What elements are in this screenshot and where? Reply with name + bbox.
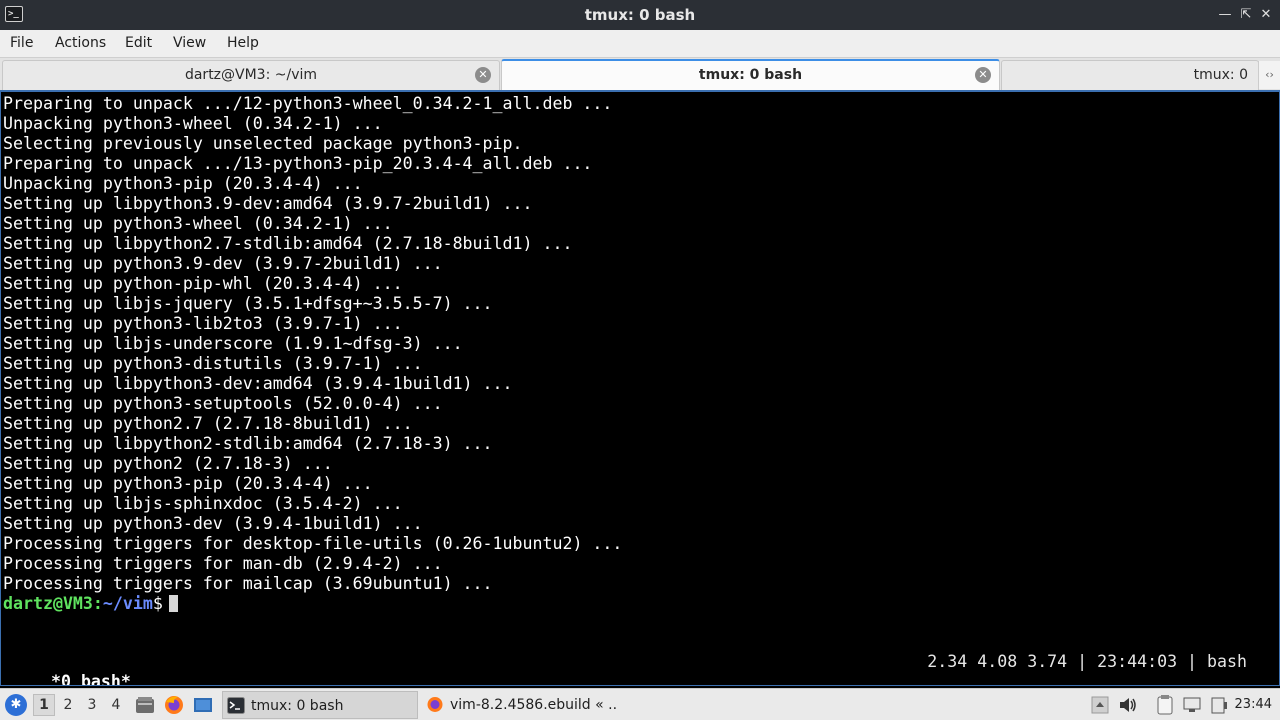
terminal-pane[interactable]: Preparing to unpack .../12-python3-wheel… <box>0 90 1280 686</box>
terminal-line: Processing triggers for desktop-file-uti… <box>3 534 623 553</box>
taskbar-clock[interactable]: 23:44 <box>1235 689 1272 720</box>
tmux-status-right: 2.34 4.08 3.74 | 23:44:03 | bash <box>927 652 1247 671</box>
menu-actions[interactable]: Actions <box>55 30 106 57</box>
tab-label: tmux: 0 <box>1193 67 1248 83</box>
terminal-line: Setting up python2 (2.7.18-3) ... <box>3 454 333 473</box>
menu-file[interactable]: File <box>10 30 33 57</box>
start-menu-icon[interactable]: ✱ <box>5 694 27 716</box>
firefox-icon <box>427 697 443 712</box>
terminal-line: Unpacking python3-pip (20.3.4-4) ... <box>3 174 363 193</box>
terminal-line: Setting up libjs-underscore (1.9.1~dfsg-… <box>3 334 463 353</box>
terminal-line: Setting up python3-dev (3.9.4-1build1) .… <box>3 514 423 533</box>
workspace-2[interactable]: 2 <box>57 694 79 716</box>
close-tab-icon[interactable]: ✕ <box>975 67 991 83</box>
tmux-status-bar: *0 bash* 2.34 4.08 3.74 | 23:44:03 | bas… <box>11 652 1247 685</box>
menu-view[interactable]: View <box>173 30 206 57</box>
show-desktop-icon[interactable] <box>192 694 214 716</box>
task-firefox-vim-ebuild[interactable]: vim-8.2.4586.ebuild « ... <box>422 691 618 719</box>
terminal-line: Setting up python3-setuptools (52.0.0-4)… <box>3 394 443 413</box>
close-tab-icon[interactable]: ✕ <box>475 67 491 83</box>
workspace-3[interactable]: 3 <box>81 694 103 716</box>
terminal-output: Preparing to unpack .../12-python3-wheel… <box>3 94 1273 614</box>
text-cursor <box>168 595 178 612</box>
taskbar: ✱ 1 2 3 4 tmux: 0 bash vim-8.2.4586.ebui… <box>0 688 1280 720</box>
terminal-line: Setting up libpython3-dev:amd64 (3.9.4-1… <box>3 374 513 393</box>
file-manager-icon[interactable] <box>134 694 156 716</box>
task-label: vim-8.2.4586.ebuild « ... <box>450 697 618 713</box>
task-tmux-bash[interactable]: tmux: 0 bash <box>222 691 418 719</box>
terminal-line: Setting up python3-lib2to3 (3.9.7-1) ... <box>3 314 403 333</box>
clipboard-icon[interactable] <box>1155 694 1175 716</box>
tab-scroll-arrows-icon[interactable]: ‹› <box>1258 61 1280 89</box>
terminal-line: Setting up python3-distutils (3.9.7-1) .… <box>3 354 423 373</box>
tab-tmux-0[interactable]: tmux: 0 <box>1001 60 1259 90</box>
tab-tmux-bash[interactable]: tmux: 0 bash ✕ <box>501 59 1000 91</box>
tray-arrow-icon[interactable] <box>1090 694 1110 716</box>
firefox-icon[interactable] <box>163 694 185 716</box>
terminal-line: Preparing to unpack .../12-python3-wheel… <box>3 94 613 113</box>
terminal-line: Setting up libpython2.7-stdlib:amd64 (2.… <box>3 234 573 253</box>
terminal-line: Processing triggers for mailcap (3.69ubu… <box>3 574 493 593</box>
prompt-separator: : <box>92 594 103 613</box>
terminal-line: Setting up libpython3.9-dev:amd64 (3.9.7… <box>3 194 533 213</box>
prompt-symbol: $ <box>152 594 163 613</box>
minimize-icon[interactable]: — <box>1216 6 1234 24</box>
shell-prompt[interactable]: dartz@VM3:~/vim$ <box>3 594 1273 614</box>
terminal-line: Unpacking python3-wheel (0.34.2-1) ... <box>3 114 383 133</box>
menu-help[interactable]: Help <box>227 30 259 57</box>
window-titlebar[interactable]: >_ tmux: 0 bash — ⇱ ✕ <box>0 0 1280 30</box>
terminal-line: Setting up libjs-jquery (3.5.1+dfsg+~3.5… <box>3 294 493 313</box>
close-icon[interactable]: ✕ <box>1257 6 1275 24</box>
tab-dartz-vim[interactable]: dartz@VM3: ~/vim ✕ <box>2 60 500 90</box>
terminal-line: Setting up python2.7 (2.7.18-8build1) ..… <box>3 414 413 433</box>
tab-bar: dartz@VM3: ~/vim ✕ tmux: 0 bash ✕ tmux: … <box>0 57 1280 91</box>
volume-icon[interactable] <box>1118 694 1138 716</box>
menu-bar: File Actions Edit View Help <box>0 30 1280 57</box>
battery-icon[interactable] <box>1209 694 1229 716</box>
terminal-line: Setting up python3-wheel (0.34.2-1) ... <box>3 214 393 233</box>
tmux-window-label: *0 bash* <box>50 672 131 686</box>
prompt-path: ~/vim <box>102 594 153 613</box>
terminal-icon <box>227 697 245 714</box>
terminal-line: Processing triggers for man-db (2.9.4-2)… <box>3 554 443 573</box>
terminal-line: Setting up python3-pip (20.3.4-4) ... <box>3 474 373 493</box>
window-title: tmux: 0 bash <box>584 6 696 24</box>
terminal-line: Setting up python3.9-dev (3.9.7-2build1)… <box>3 254 443 273</box>
tab-label: tmux: 0 bash <box>698 67 803 83</box>
terminal-line: Selecting previously unselected package … <box>3 134 523 153</box>
workspace-4[interactable]: 4 <box>105 694 127 716</box>
workspace-1[interactable]: 1 <box>33 694 55 716</box>
network-icon[interactable] <box>1182 694 1202 716</box>
menu-edit[interactable]: Edit <box>125 30 152 57</box>
task-label: tmux: 0 bash <box>251 698 344 714</box>
restore-icon[interactable]: ⇱ <box>1237 6 1255 24</box>
terminal-line: Setting up python-pip-whl (20.3.4-4) ... <box>3 274 403 293</box>
terminal-line: Setting up libjs-sphinxdoc (3.5.4-2) ... <box>3 494 403 513</box>
prompt-user-host: dartz@VM3 <box>3 594 93 613</box>
tab-label: dartz@VM3: ~/vim <box>184 67 318 83</box>
terminal-line: Preparing to unpack .../13-python3-pip_2… <box>3 154 593 173</box>
terminal-line: Setting up libpython2-stdlib:amd64 (2.7.… <box>3 434 493 453</box>
